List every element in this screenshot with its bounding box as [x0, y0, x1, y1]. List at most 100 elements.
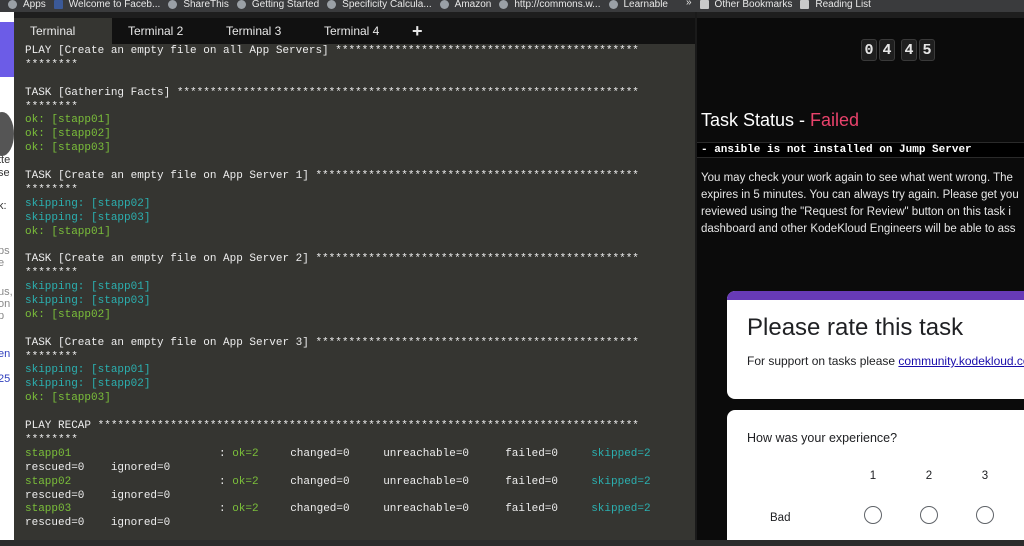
- terminal-output[interactable]: PLAY [Create an empty file on all App Se…: [14, 44, 695, 546]
- recap-ok: ok=2: [232, 503, 259, 516]
- globe-icon: [439, 0, 449, 9]
- recap-ignored: ignored=0: [110, 461, 171, 474]
- recap-host: stapp02: [25, 475, 72, 488]
- error-message: - ansible is not installed on Jump Serve…: [701, 144, 972, 156]
- terminal-line: ********: [25, 350, 78, 363]
- recap-row-continued: rescued=0 ignored=0: [25, 517, 695, 531]
- globe-icon: [499, 0, 509, 9]
- page-text-fragment: on: [0, 298, 11, 310]
- terminal-line: ok: [stapp01]: [25, 114, 111, 127]
- form-accent-bar: [727, 291, 1024, 300]
- tab-terminal-4[interactable]: Terminal 4: [308, 18, 406, 44]
- bookmark-item[interactable]: Specificity Calcula...: [327, 0, 432, 9]
- bookmark-label: http://commons.w...: [514, 0, 601, 9]
- status-message-line: reviewed using the "Request for Review" …: [701, 206, 1011, 218]
- globe-icon: [236, 0, 246, 9]
- support-label: For support on tasks please: [747, 354, 899, 368]
- rating-radio-3[interactable]: [976, 506, 994, 524]
- terminal-line: skipping: [stapp01]: [25, 364, 151, 377]
- bookmark-label: Apps: [23, 0, 46, 9]
- bookmark-label: Getting Started: [251, 0, 320, 9]
- add-tab-button[interactable]: +: [406, 18, 429, 44]
- terminal-tab-bar: Terminal Terminal 2 Terminal 3 Terminal …: [14, 18, 695, 44]
- recap-rescued: rescued=0: [25, 517, 111, 530]
- rate-task-card: Please rate this task For support on tas…: [727, 291, 1024, 399]
- bookmarks-bar: Apps Welcome to Faceb... ShareThis Getting …: [0, 0, 1024, 12]
- tab-terminal[interactable]: Terminal: [14, 18, 112, 44]
- recap-changed: changed=0: [290, 503, 350, 516]
- recap-changed: changed=0: [290, 475, 350, 488]
- experience-question: How was your experience?: [747, 431, 898, 445]
- bookmark-item[interactable]: Learnable: [608, 0, 668, 9]
- status-message: You may check your work again to see wha…: [701, 170, 1024, 238]
- bookmark-label: Specificity Calcula...: [342, 0, 432, 9]
- scale-label: 1: [869, 470, 877, 482]
- terminal-line: ********: [25, 267, 78, 280]
- terminal-line: skipping: [stapp01]: [25, 281, 151, 294]
- tab-terminal-2[interactable]: Terminal 2: [112, 18, 210, 44]
- bookmark-label: Other Bookmarks: [714, 0, 793, 9]
- tab-terminal-3[interactable]: Terminal 3: [210, 18, 308, 44]
- bookmark-label: Learnable: [623, 0, 668, 9]
- error-banner: - ansible is not installed on Jump Serve…: [697, 142, 1024, 158]
- recap-ok: ok=2: [232, 447, 259, 460]
- terminal-line: ********: [25, 183, 78, 196]
- page-link-fragment[interactable]: en: [0, 348, 10, 360]
- recap-row: stapp02: ok=2 changed=0 unreachable=0 faile…: [25, 476, 695, 490]
- bookmark-item[interactable]: Amazon: [439, 0, 491, 9]
- page-link-fragment[interactable]: 25: [0, 373, 10, 385]
- recap-changed: changed=0: [290, 447, 350, 460]
- terminal-line: TASK [Gathering Facts] *****************…: [25, 86, 639, 99]
- task-panel: 0 4 4 5 Task Status - Failed - ansible i…: [697, 18, 1024, 546]
- terminal-line: TASK [Create an empty file on App Server…: [25, 170, 639, 183]
- page-text-fragment: k:: [0, 200, 7, 212]
- experience-card: How was your experience? 1 2 3 4 Bad: [727, 410, 1024, 546]
- recap-skipped: skipped=2: [591, 503, 651, 516]
- bookmark-item[interactable]: Getting Started: [236, 0, 320, 9]
- recap-ignored: ignored=0: [110, 517, 171, 530]
- terminal-line: ok: [stapp03]: [25, 142, 111, 155]
- bookmark-item[interactable]: ShareThis: [168, 0, 229, 9]
- reading-list-icon: [800, 0, 810, 9]
- bookmark-item[interactable]: Reading List: [800, 0, 871, 9]
- rating-radio-1[interactable]: [864, 506, 882, 524]
- bookmark-label: Reading List: [815, 0, 871, 9]
- timer-digit: 4: [901, 39, 917, 61]
- timer-digit: 0: [861, 39, 877, 61]
- terminal-line: PLAY [Create an empty file on all App Se…: [25, 45, 639, 57]
- recap-row: stapp03: ok=2 changed=0 unreachable=0 faile…: [25, 503, 695, 517]
- rating-radio-2[interactable]: [920, 506, 938, 524]
- terminal-line: skipping: [stapp02]: [25, 197, 151, 210]
- recap-host: stapp01: [25, 447, 72, 460]
- bookmarks-overflow-button[interactable]: »: [686, 0, 692, 8]
- globe-icon: [168, 0, 178, 9]
- bookmark-item[interactable]: Welcome to Faceb...: [53, 0, 160, 9]
- bookmark-item[interactable]: Apps: [8, 0, 46, 9]
- bookmark-item[interactable]: Other Bookmarks: [699, 0, 793, 9]
- recap-ignored: ignored=0: [110, 489, 171, 502]
- task-status-heading: Task Status - Failed: [701, 110, 859, 131]
- community-link[interactable]: community.kodekloud.co: [898, 354, 1024, 368]
- recap-failed: failed=0: [505, 503, 559, 516]
- timer-digit: 5: [919, 39, 935, 61]
- task-status-label: Task Status -: [701, 110, 811, 130]
- apps-grid-icon: [8, 0, 17, 9]
- bookmark-item[interactable]: http://commons.w...: [499, 0, 601, 9]
- page-text-fragment: us,: [0, 286, 13, 298]
- recap-unreachable: unreachable=0: [383, 447, 470, 460]
- status-message-line: dashboard and other KodeKloud Engineers …: [701, 223, 1016, 235]
- page-banner: [0, 22, 14, 77]
- recap-host: stapp03: [25, 503, 72, 516]
- recap-unreachable: unreachable=0: [383, 475, 470, 488]
- recap-separator: :: [219, 447, 233, 460]
- rate-card-title: Please rate this task: [747, 314, 964, 341]
- countdown-timer: 0 4 4 5: [861, 39, 937, 61]
- recap-unreachable: unreachable=0: [383, 503, 470, 516]
- support-text: For support on tasks please community.ko…: [747, 354, 1024, 368]
- recap-rescued: rescued=0: [25, 489, 111, 502]
